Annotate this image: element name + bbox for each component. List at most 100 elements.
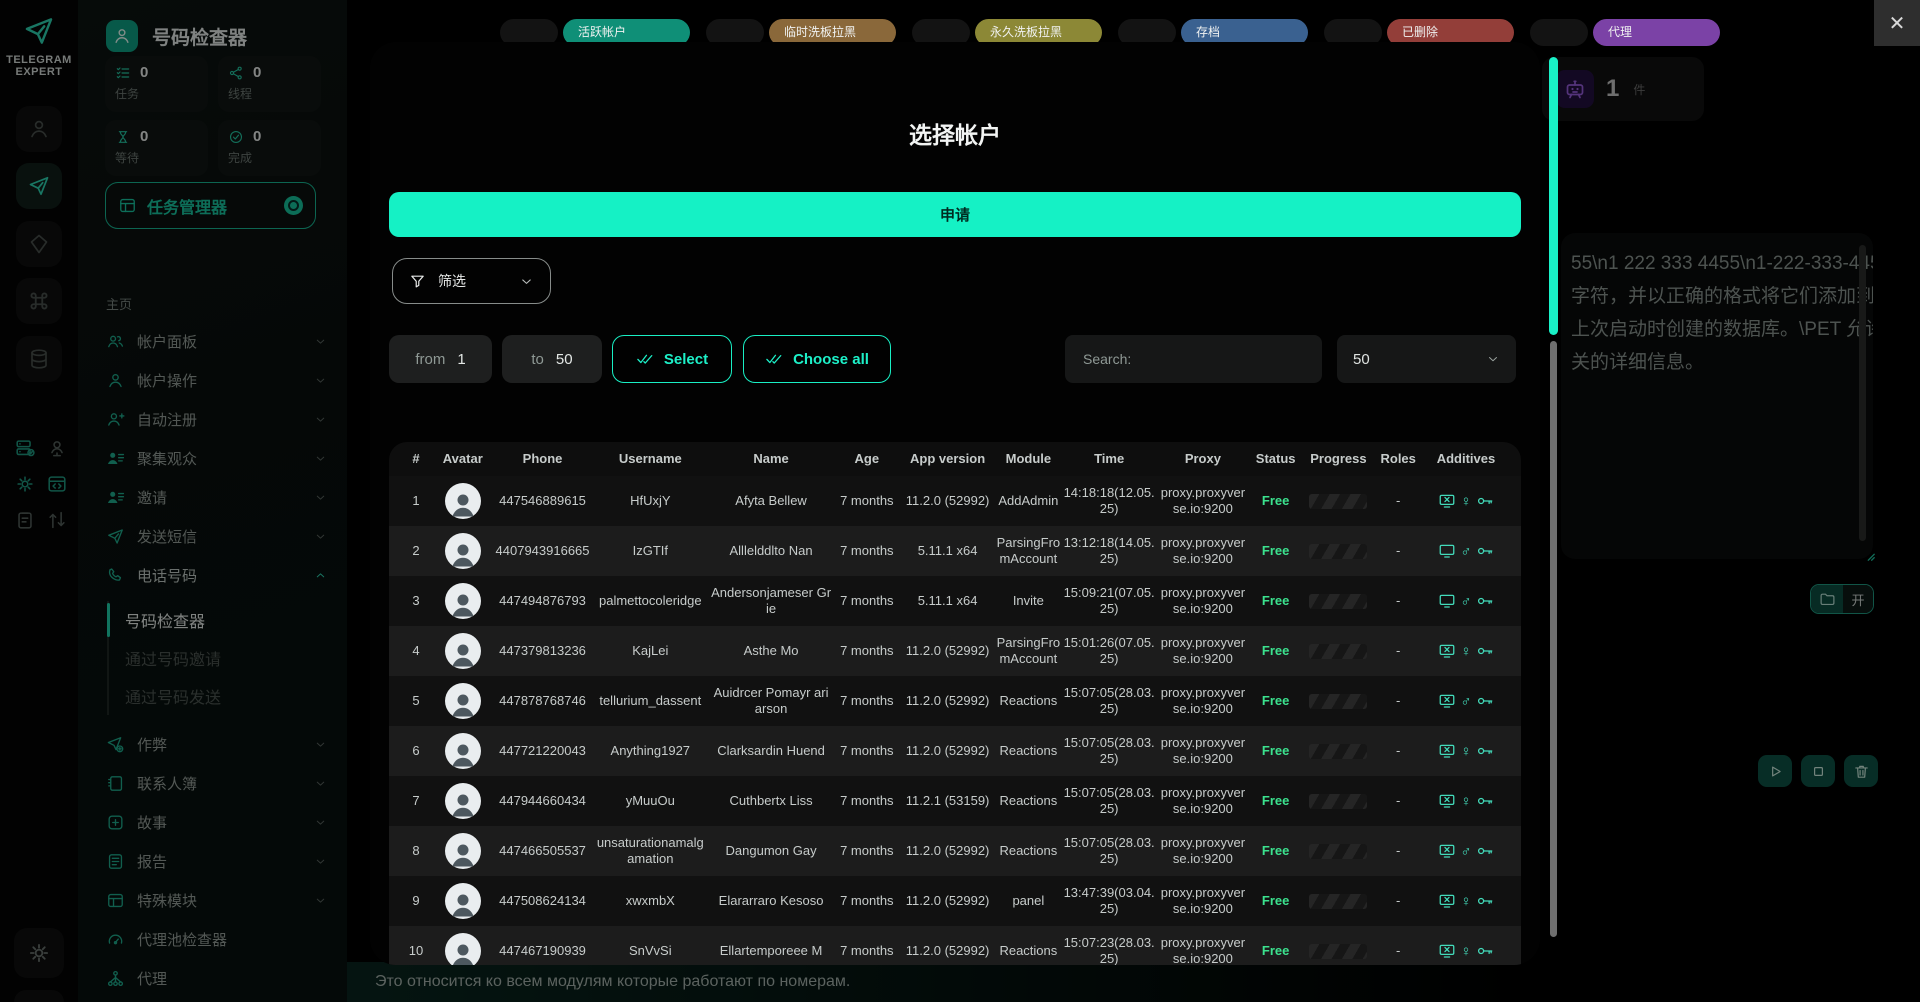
table-row[interactable]: 3447494876793palmettocoleridgeAndersonja… <box>389 576 1521 626</box>
to-value: 50 <box>556 351 573 368</box>
monitor-x-icon <box>1438 892 1456 910</box>
search-input[interactable] <box>1081 350 1306 368</box>
tab-count-pill[interactable] <box>1530 19 1588 46</box>
column-header-App version[interactable]: App version <box>902 451 994 467</box>
cell-proxy: proxy.proxyverse.io:9200 <box>1158 835 1248 868</box>
from-input[interactable]: from 1 <box>389 335 492 383</box>
filter-label: 筛选 <box>438 271 507 291</box>
modal-scrollbar-track[interactable] <box>1550 341 1557 937</box>
column-header-Avatar[interactable]: Avatar <box>434 451 492 467</box>
status-badge: Free <box>1262 543 1289 558</box>
cell-progress <box>1303 894 1373 909</box>
apply-button[interactable]: 申请 <box>389 192 1521 237</box>
choose-all-button[interactable]: Choose all <box>743 335 891 383</box>
cell-name: Dangumon Gay <box>710 843 832 859</box>
app-root: TELEGRAM EXPERT 号码检查器 0 任务0 线程0 等待0 完成 任… <box>0 0 1920 1002</box>
to-label: to <box>531 351 544 368</box>
avatar <box>445 883 481 919</box>
cell-time: 15:07:05(28.03.25) <box>1063 835 1155 868</box>
cell-status: Free <box>1251 893 1301 909</box>
cell-username: IzGTIf <box>593 543 707 559</box>
cell-module: Invite <box>996 593 1060 609</box>
cell-time: 15:07:05(28.03.25) <box>1063 785 1155 818</box>
column-header-#[interactable]: # <box>401 451 431 467</box>
cell-time: 15:09:21(07.05.25) <box>1063 585 1155 618</box>
avatar <box>445 483 481 519</box>
cell-module: Reactions <box>996 843 1060 859</box>
table-row[interactable]: 4447379813236KajLeiAsthe Mo7 months11.2.… <box>389 626 1521 676</box>
cell-app-version: 11.2.0 (52992) <box>902 893 994 909</box>
column-header-Username[interactable]: Username <box>593 451 707 467</box>
select-button[interactable]: Select <box>612 335 732 383</box>
status-badge: Free <box>1262 693 1289 708</box>
cell-age: 7 months <box>835 743 899 759</box>
cell-roles: - <box>1376 943 1420 959</box>
search-input-wrap <box>1065 335 1322 383</box>
table-row[interactable]: 7447944660434yMuuOuCuthbertx Liss7 month… <box>389 776 1521 826</box>
column-header-Name[interactable]: Name <box>710 451 832 467</box>
cell-avatar <box>434 783 492 819</box>
apply-button-label: 申请 <box>940 204 970 225</box>
close-button[interactable]: ✕ <box>1874 0 1920 46</box>
column-header-Additives[interactable]: Additives <box>1423 451 1509 467</box>
cell-app-version: 11.2.1 (53159) <box>902 793 994 809</box>
to-input[interactable]: to 50 <box>502 335 602 383</box>
page-size-select[interactable]: 50 <box>1337 335 1516 383</box>
tab-代理[interactable]: 代理 <box>1593 19 1720 46</box>
monitor-icon <box>1438 592 1456 610</box>
from-value: 1 <box>457 351 465 368</box>
table-row[interactable]: 1447546889615HfUxjYAfyta Bellew7 months1… <box>389 476 1521 526</box>
cell-phone: 4407943916665 <box>495 543 591 559</box>
column-header-Phone[interactable]: Phone <box>495 451 591 467</box>
female-icon: ♀ <box>1460 894 1471 909</box>
column-header-Age[interactable]: Age <box>835 451 899 467</box>
status-badge: Free <box>1262 893 1289 908</box>
column-header-Status[interactable]: Status <box>1251 451 1301 467</box>
column-header-Module[interactable]: Module <box>996 451 1060 467</box>
cell-phone: 447466505537 <box>495 843 591 859</box>
monitor-icon <box>1438 542 1456 560</box>
male-icon: ♂ <box>1460 694 1471 709</box>
cell-name: Cuthbertx Liss <box>710 793 832 809</box>
progress-bar <box>1309 494 1367 509</box>
cell-status: Free <box>1251 593 1301 609</box>
cell-time: 14:18:18(12.05.25) <box>1063 485 1155 518</box>
cell-progress <box>1303 694 1373 709</box>
status-badge: Free <box>1262 793 1289 808</box>
table-row[interactable]: 8447466505537unsaturationamalgamationDan… <box>389 826 1521 876</box>
status-badge: Free <box>1262 643 1289 658</box>
cell-phone: 447494876793 <box>495 593 591 609</box>
chevron-down-icon <box>1486 352 1500 366</box>
cell-name: Asthe Mo <box>710 643 832 659</box>
cell-name: Ellartemporeee M <box>710 943 832 959</box>
cell-age: 7 months <box>835 893 899 909</box>
female-icon: ♀ <box>1460 644 1471 659</box>
cell-module: AddAdmin <box>996 493 1060 509</box>
modal-scrollbar-thumb[interactable] <box>1549 57 1558 335</box>
cell-username: xwxmbX <box>593 893 707 909</box>
filter-dropdown[interactable]: 筛选 <box>392 258 551 304</box>
column-header-Time[interactable]: Time <box>1063 451 1155 467</box>
progress-bar <box>1309 894 1367 909</box>
cell-additives: ♀ <box>1423 942 1509 960</box>
cell-progress <box>1303 544 1373 559</box>
column-header-Proxy[interactable]: Proxy <box>1158 451 1248 467</box>
table-row[interactable]: 5447878768746tellurium_dassentAuidrcer P… <box>389 676 1521 726</box>
cell-progress <box>1303 594 1373 609</box>
cell-username: yMuuOu <box>593 793 707 809</box>
table-row[interactable]: 6447721220043Anything1927Clarksardin Hue… <box>389 726 1521 776</box>
table-row[interactable]: 9447508624134xwxmbXElararraro Kesoso7 mo… <box>389 876 1521 926</box>
column-header-Progress[interactable]: Progress <box>1303 451 1373 467</box>
avatar <box>445 533 481 569</box>
table-row[interactable]: 24407943916665IzGTIfAlllelddlto Nan7 mon… <box>389 526 1521 576</box>
cell-username: KajLei <box>593 643 707 659</box>
cell-status: Free <box>1251 543 1301 559</box>
cell-avatar <box>434 683 492 719</box>
cell-phone: 447878768746 <box>495 693 591 709</box>
column-header-Roles[interactable]: Roles <box>1376 451 1420 467</box>
table-row[interactable]: 10447467190939SnVvSiEllartemporeee M7 mo… <box>389 926 1521 965</box>
male-icon: ♂ <box>1460 544 1471 559</box>
cell-roles: - <box>1376 693 1420 709</box>
cell-app-version: 11.2.0 (52992) <box>902 693 994 709</box>
cell-additives: ♂ <box>1423 842 1509 860</box>
